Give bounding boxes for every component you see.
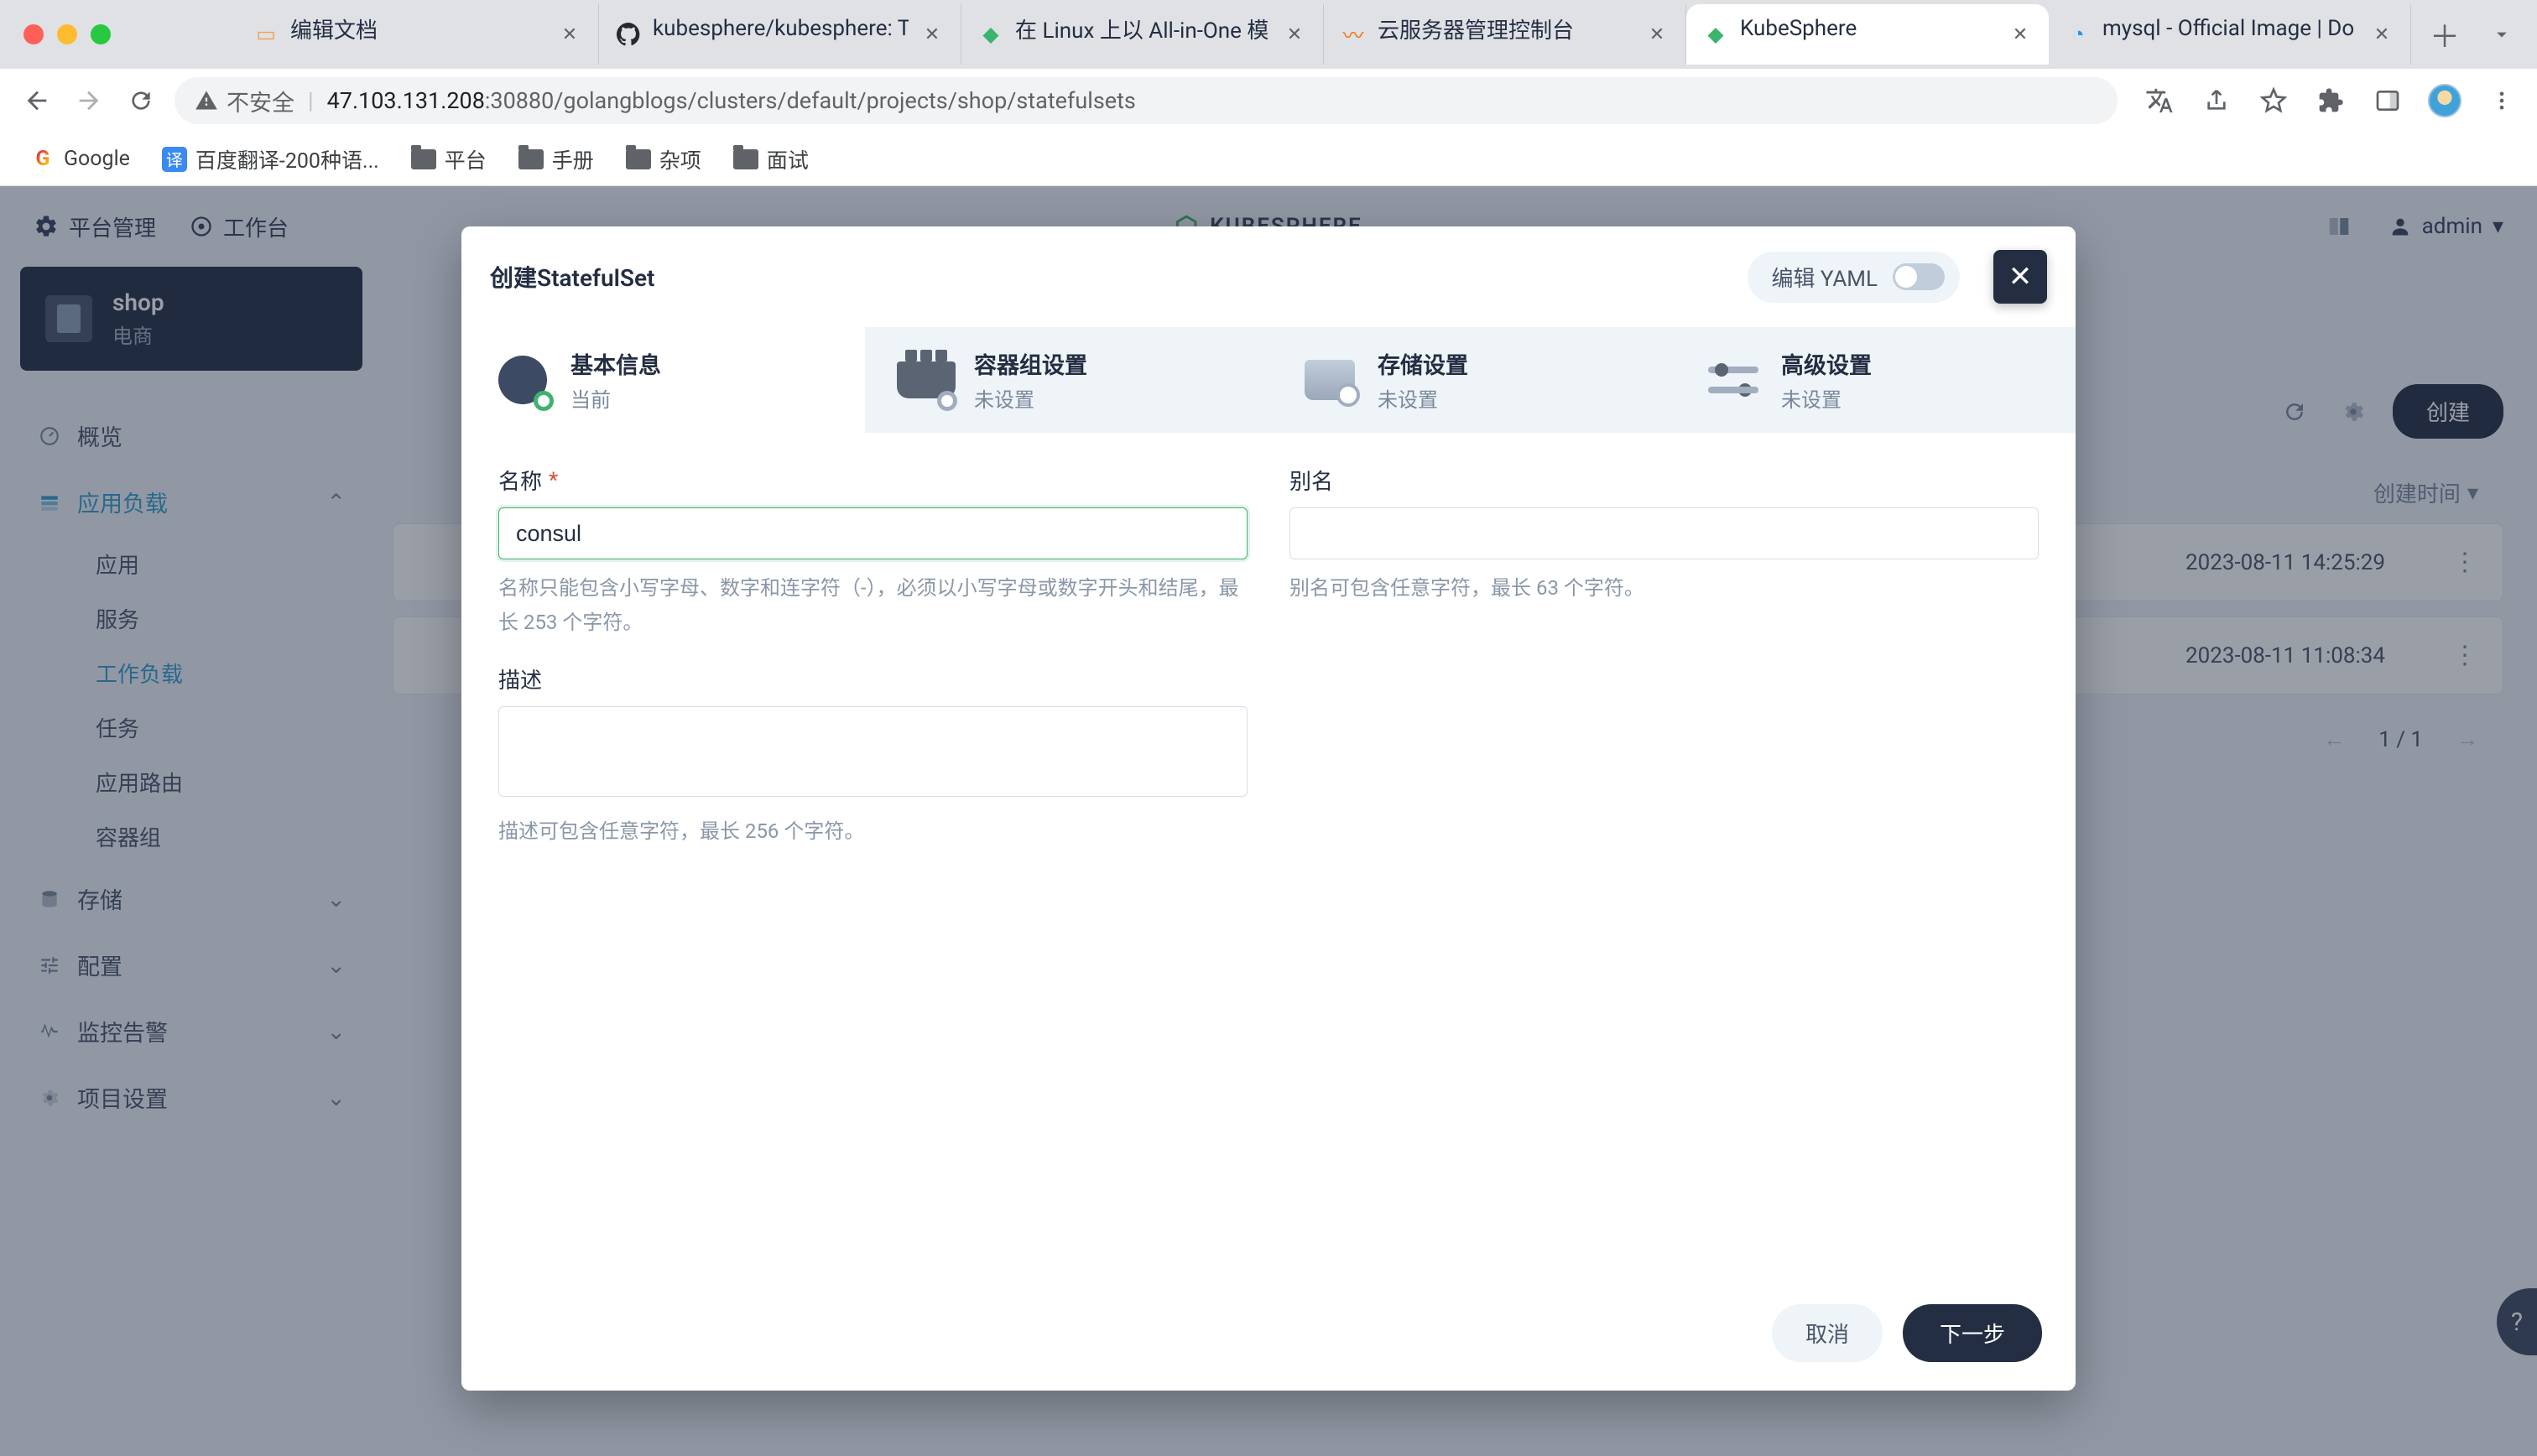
- bookmark-folder-interview[interactable]: 面试: [727, 139, 815, 179]
- slider-icon: [1704, 351, 1763, 409]
- tab-label: mysql - Official Image | Do: [2102, 16, 2358, 41]
- app-viewport: 平台管理 工作台 ⬡ KUBESPHERE admin ▾ shop 电商: [0, 186, 2537, 1456]
- bookmarks-bar: GGoogle 译百度翻译-200种语... 平台 手册 杂项 面试: [0, 133, 2537, 186]
- tab-label: 编辑文档: [290, 13, 546, 44]
- bookmark-label: 手册: [552, 144, 594, 174]
- modal-header: 创建StatefulSet 编辑 YAML ✕: [461, 226, 2076, 327]
- bookmark-star-icon[interactable]: [2257, 84, 2290, 117]
- modal-close-button[interactable]: ✕: [1993, 250, 2047, 304]
- bookmark-baidu-translate[interactable]: 译百度翻译-200种语...: [155, 139, 386, 179]
- browser-chrome: ▭ 编辑文档 ✕ kubesphere/kubesphere: T ✕ ◆ 在 …: [0, 0, 2537, 186]
- modal-overlay[interactable]: 创建StatefulSet 编辑 YAML ✕ 基本信息当前 容器组设置未设置: [0, 186, 2537, 1456]
- window-close-dot[interactable]: [23, 24, 44, 44]
- not-secure-icon: 不安全: [195, 85, 294, 117]
- close-icon[interactable]: ✕: [558, 23, 581, 46]
- step-storage-settings[interactable]: 存储设置未设置: [1268, 327, 1672, 433]
- edit-yaml-toggle[interactable]: 编辑 YAML: [1748, 252, 1960, 303]
- step-title: 存储设置: [1378, 347, 1468, 380]
- field-label: 别名: [1289, 465, 1333, 496]
- tab-strip: ▭ 编辑文档 ✕ kubesphere/kubesphere: T ✕ ◆ 在 …: [0, 0, 2537, 69]
- address-actions: [2143, 84, 2519, 117]
- back-button[interactable]: [18, 82, 55, 119]
- bookmark-label: 百度翻译-200种语...: [195, 144, 379, 174]
- reload-button[interactable]: [122, 82, 159, 119]
- tab-label: kubesphere/kubesphere: T: [653, 16, 909, 41]
- tab-3[interactable]: 〰 云服务器管理控制台 ✕: [1324, 4, 1686, 65]
- alias-input[interactable]: [1289, 507, 2039, 559]
- tab-overflow-button[interactable]: [2482, 14, 2522, 55]
- close-icon[interactable]: ✕: [920, 23, 944, 46]
- step-title: 高级设置: [1781, 347, 1872, 380]
- close-icon[interactable]: ✕: [1283, 23, 1306, 46]
- window-controls: [23, 24, 111, 44]
- tab-label: KubeSphere: [1740, 16, 1997, 41]
- omnibox[interactable]: 不安全 | 47.103.131.208:30880/golangblogs/c…: [175, 77, 2118, 124]
- extensions-icon[interactable]: [2314, 84, 2347, 117]
- step-title: 基本信息: [570, 347, 661, 380]
- modal-body: 名称* 名称只能包含小写字母、数字和连字符（-），必须以小写字母或数字开头和结尾…: [461, 433, 2076, 1282]
- field-hint: 别名可包含任意字符，最长 63 个字符。: [1289, 571, 2039, 606]
- tab-5[interactable]: ◔ mysql - Official Image | Do ✕: [2049, 4, 2411, 65]
- create-statefulset-modal: 创建StatefulSet 编辑 YAML ✕ 基本信息当前 容器组设置未设置: [461, 226, 2076, 1391]
- step-tabs: 基本信息当前 容器组设置未设置 存储设置未设置 高级设置未设置: [461, 327, 2076, 433]
- description-textarea[interactable]: [498, 706, 1248, 797]
- modal-title: 创建StatefulSet: [490, 260, 654, 294]
- step-sub: 当前: [570, 383, 661, 413]
- chrome-menu-icon[interactable]: [2485, 84, 2519, 117]
- field-description: 描述 描述可包含任意字符，最长 256 个字符。: [498, 663, 1248, 849]
- forward-button[interactable]: [70, 82, 107, 119]
- step-sub: 未设置: [974, 383, 1087, 413]
- field-label: 描述: [498, 663, 542, 694]
- close-icon[interactable]: ✕: [2008, 23, 2032, 46]
- step-sub: 未设置: [1378, 383, 1468, 413]
- tab-label: 云服务器管理控制台: [1378, 13, 1633, 44]
- not-secure-label: 不安全: [227, 85, 294, 117]
- translate-icon[interactable]: [2143, 84, 2176, 117]
- tab-0[interactable]: ▭ 编辑文档 ✕: [237, 4, 599, 65]
- sidepanel-icon[interactable]: [2371, 84, 2404, 117]
- step-title: 容器组设置: [974, 347, 1087, 380]
- bookmark-folder-manual[interactable]: 手册: [512, 139, 601, 179]
- field-name: 名称* 名称只能包含小写字母、数字和连字符（-），必须以小写字母或数字开头和结尾…: [498, 465, 1248, 640]
- tab-1[interactable]: kubesphere/kubesphere: T ✕: [599, 4, 961, 65]
- tab-2[interactable]: ◆ 在 Linux 上以 All-in-One 模 ✕: [961, 4, 1324, 65]
- modal-footer: 取消 下一步: [461, 1282, 2076, 1391]
- address-bar: 不安全 | 47.103.131.208:30880/golangblogs/c…: [0, 69, 2537, 133]
- next-button[interactable]: 下一步: [1903, 1304, 2042, 1362]
- step-pod-settings[interactable]: 容器组设置未设置: [865, 327, 1268, 433]
- bookmark-folder-misc[interactable]: 杂项: [619, 139, 708, 179]
- url-text: 47.103.131.208:30880/golangblogs/cluster…: [327, 87, 1136, 114]
- field-alias: 别名 别名可包含任意字符，最长 63 个字符。: [1289, 465, 2039, 640]
- step-advanced-settings[interactable]: 高级设置未设置: [1672, 327, 2076, 433]
- field-label: 名称: [498, 465, 542, 496]
- disk-icon: [1300, 351, 1359, 409]
- bookmark-label: 平台: [445, 144, 487, 174]
- bookmark-label: Google: [64, 147, 130, 171]
- step-basic-info[interactable]: 基本信息当前: [461, 327, 865, 433]
- close-icon[interactable]: ✕: [1645, 23, 1669, 46]
- close-icon[interactable]: ✕: [2370, 23, 2394, 46]
- field-hint: 名称只能包含小写字母、数字和连字符（-），必须以小写字母或数字开头和结尾，最长 …: [498, 571, 1248, 640]
- tab-4-active[interactable]: ◆ KubeSphere ✕: [1686, 4, 2049, 65]
- share-icon[interactable]: [2200, 84, 2233, 117]
- step-sub: 未设置: [1781, 383, 1872, 413]
- toggle-track: [1893, 263, 1945, 290]
- tab-label: 在 Linux 上以 All-in-One 模: [1015, 13, 1271, 44]
- bookmark-google[interactable]: GGoogle: [23, 142, 137, 177]
- toggle-label: 编辑 YAML: [1771, 262, 1878, 293]
- cancel-button[interactable]: 取消: [1772, 1304, 1883, 1362]
- bookmark-label: 面试: [767, 144, 809, 174]
- profile-avatar[interactable]: [2428, 84, 2461, 117]
- bookmark-label: 杂项: [659, 144, 701, 174]
- ship-icon: [897, 351, 956, 409]
- name-input[interactable]: [498, 507, 1248, 559]
- new-tab-button[interactable]: ＋: [2421, 11, 2468, 58]
- window-max-dot[interactable]: [91, 24, 111, 44]
- step-icon: [493, 351, 552, 409]
- window-min-dot[interactable]: [57, 24, 77, 44]
- field-hint: 描述可包含任意字符，最长 256 个字符。: [498, 814, 1248, 849]
- bookmark-folder-platform[interactable]: 平台: [404, 139, 493, 179]
